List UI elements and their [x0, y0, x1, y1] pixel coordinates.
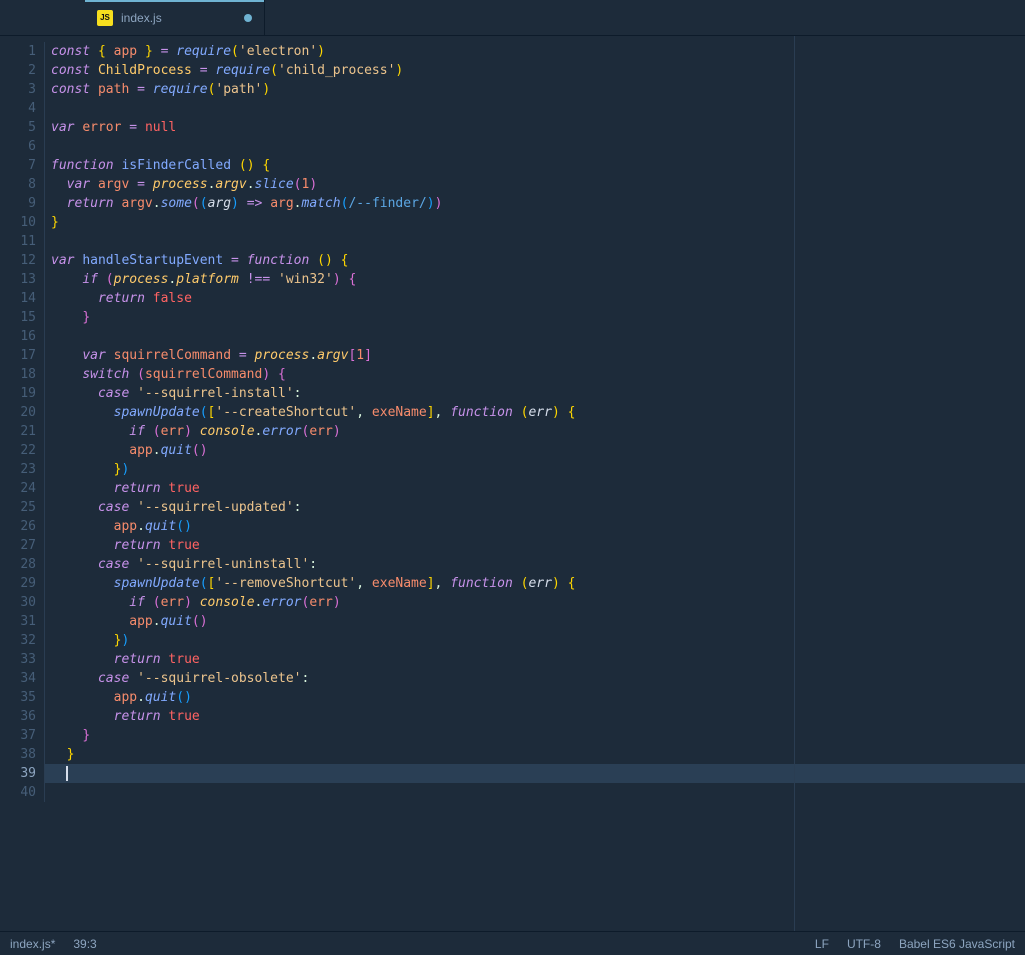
code-line[interactable]	[44, 764, 1025, 783]
code-line[interactable]: app.quit()	[44, 441, 1025, 460]
line-number[interactable]: 18	[0, 365, 36, 384]
line-number[interactable]: 39	[0, 764, 36, 783]
status-filename[interactable]: index.js*	[10, 937, 55, 951]
status-cursor-position[interactable]: 39:3	[73, 937, 96, 951]
line-number[interactable]: 37	[0, 726, 36, 745]
line-number[interactable]: 2	[0, 61, 36, 80]
code-line[interactable]: }	[44, 726, 1025, 745]
cursor-caret	[66, 766, 68, 781]
code-line[interactable]: var squirrelCommand = process.argv[1]	[44, 346, 1025, 365]
status-encoding[interactable]: UTF-8	[847, 937, 881, 951]
line-number[interactable]: 29	[0, 574, 36, 593]
line-number[interactable]: 22	[0, 441, 36, 460]
code-line[interactable]: const { app } = require('electron')	[44, 42, 1025, 61]
code-line[interactable]: case '--squirrel-uninstall':	[44, 555, 1025, 574]
line-number[interactable]: 11	[0, 232, 36, 251]
js-file-icon: JS	[97, 10, 113, 26]
code-line[interactable]: spawnUpdate(['--removeShortcut', exeName…	[44, 574, 1025, 593]
code-line[interactable]	[44, 232, 1025, 251]
line-number[interactable]: 38	[0, 745, 36, 764]
line-number[interactable]: 36	[0, 707, 36, 726]
line-number[interactable]: 5	[0, 118, 36, 137]
tab-label: index.js	[121, 11, 236, 25]
line-number[interactable]: 25	[0, 498, 36, 517]
code-line[interactable]: spawnUpdate(['--createShortcut', exeName…	[44, 403, 1025, 422]
code-line[interactable]: })	[44, 460, 1025, 479]
code-line[interactable]: function isFinderCalled () {	[44, 156, 1025, 175]
line-number[interactable]: 17	[0, 346, 36, 365]
line-number[interactable]: 19	[0, 384, 36, 403]
line-number[interactable]: 30	[0, 593, 36, 612]
code-line[interactable]: if (err) console.error(err)	[44, 593, 1025, 612]
code-line[interactable]	[44, 783, 1025, 802]
code-line[interactable]: var error = null	[44, 118, 1025, 137]
line-number[interactable]: 40	[0, 783, 36, 802]
dirty-indicator-icon[interactable]	[244, 14, 252, 22]
tab-spacer	[0, 0, 85, 35]
line-number[interactable]: 33	[0, 650, 36, 669]
code-line[interactable]: app.quit()	[44, 517, 1025, 536]
line-number[interactable]: 12	[0, 251, 36, 270]
line-number[interactable]: 15	[0, 308, 36, 327]
line-number[interactable]: 9	[0, 194, 36, 213]
code-line[interactable]: case '--squirrel-install':	[44, 384, 1025, 403]
line-number[interactable]: 3	[0, 80, 36, 99]
code-line[interactable]: }	[44, 308, 1025, 327]
line-number[interactable]: 20	[0, 403, 36, 422]
line-number[interactable]: 34	[0, 669, 36, 688]
line-number[interactable]: 7	[0, 156, 36, 175]
tab-index-js[interactable]: JS index.js	[85, 0, 265, 35]
line-number[interactable]: 23	[0, 460, 36, 479]
code-line[interactable]: var argv = process.argv.slice(1)	[44, 175, 1025, 194]
line-number[interactable]: 14	[0, 289, 36, 308]
status-grammar[interactable]: Babel ES6 JavaScript	[899, 937, 1015, 951]
line-number[interactable]: 31	[0, 612, 36, 631]
code-line[interactable]: case '--squirrel-updated':	[44, 498, 1025, 517]
code-line[interactable]	[44, 99, 1025, 118]
statusbar: index.js* 39:3 LF UTF-8 Babel ES6 JavaSc…	[0, 931, 1025, 955]
wrap-guide	[794, 36, 795, 931]
line-number[interactable]: 8	[0, 175, 36, 194]
code-line[interactable]: return true	[44, 536, 1025, 555]
line-number[interactable]: 27	[0, 536, 36, 555]
line-number[interactable]: 21	[0, 422, 36, 441]
code-line[interactable]: const ChildProcess = require('child_proc…	[44, 61, 1025, 80]
line-number[interactable]: 1	[0, 42, 36, 61]
line-number[interactable]: 16	[0, 327, 36, 346]
code-area[interactable]: const { app } = require('electron')const…	[44, 36, 1025, 931]
code-line[interactable]: app.quit()	[44, 688, 1025, 707]
code-line[interactable]: return true	[44, 707, 1025, 726]
code-line[interactable]	[44, 137, 1025, 156]
code-line[interactable]: return false	[44, 289, 1025, 308]
line-number-gutter[interactable]: 1234567891011121314151617181920212223242…	[0, 36, 44, 931]
code-line[interactable]: }	[44, 745, 1025, 764]
code-line[interactable]: const path = require('path')	[44, 80, 1025, 99]
code-line[interactable]: return argv.some((arg) => arg.match(/--f…	[44, 194, 1025, 213]
code-line[interactable]: return true	[44, 650, 1025, 669]
line-number[interactable]: 35	[0, 688, 36, 707]
code-line[interactable]: app.quit()	[44, 612, 1025, 631]
line-number[interactable]: 26	[0, 517, 36, 536]
editor[interactable]: 1234567891011121314151617181920212223242…	[0, 36, 1025, 931]
line-number[interactable]: 13	[0, 270, 36, 289]
code-line[interactable]	[44, 327, 1025, 346]
line-number[interactable]: 6	[0, 137, 36, 156]
line-number[interactable]: 10	[0, 213, 36, 232]
line-number[interactable]: 28	[0, 555, 36, 574]
code-line[interactable]: var handleStartupEvent = function () {	[44, 251, 1025, 270]
code-line[interactable]: if (err) console.error(err)	[44, 422, 1025, 441]
status-eol[interactable]: LF	[815, 937, 829, 951]
tab-bar: JS index.js	[0, 0, 1025, 36]
code-line[interactable]: })	[44, 631, 1025, 650]
line-number[interactable]: 4	[0, 99, 36, 118]
code-line[interactable]: switch (squirrelCommand) {	[44, 365, 1025, 384]
line-number[interactable]: 32	[0, 631, 36, 650]
code-line[interactable]: return true	[44, 479, 1025, 498]
code-line[interactable]: }	[44, 213, 1025, 232]
code-line[interactable]: if (process.platform !== 'win32') {	[44, 270, 1025, 289]
line-number[interactable]: 24	[0, 479, 36, 498]
code-line[interactable]: case '--squirrel-obsolete':	[44, 669, 1025, 688]
